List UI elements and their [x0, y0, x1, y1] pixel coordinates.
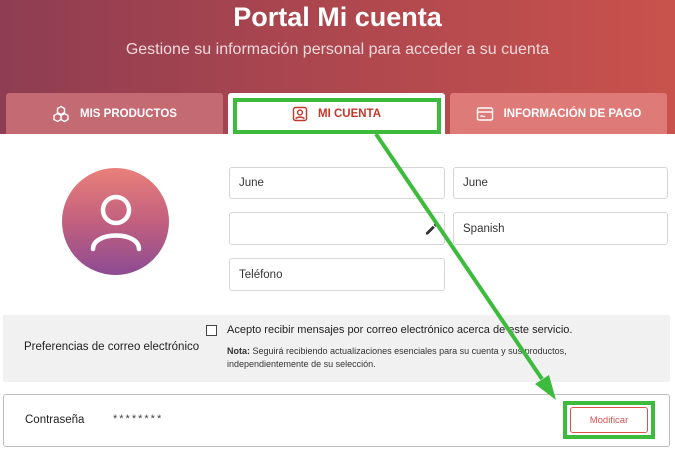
- user-icon: [90, 194, 141, 251]
- email-opt-in-checkbox[interactable]: [206, 325, 217, 336]
- phone-field[interactable]: Teléfono: [229, 258, 445, 291]
- email-opt-in-label[interactable]: Acepto recibir mensajes por correo elect…: [227, 324, 572, 336]
- pencil-edit-icon[interactable]: [424, 222, 438, 239]
- page-title: Portal Mi cuenta: [233, 2, 442, 32]
- email-preferences-label: Preferencias de correo electrónico: [24, 341, 200, 353]
- tab-informacion-de-pago[interactable]: INFORMACIÓN DE PAGO: [450, 93, 667, 134]
- email-note-text: Seguirá recibiendo actualizaciones esenc…: [227, 346, 567, 369]
- avatar: [62, 168, 169, 275]
- password-masked-value: ********: [113, 413, 164, 425]
- password-label: Contraseña: [25, 414, 85, 426]
- email-note-prefix: Nota:: [227, 346, 250, 356]
- tab-informacion-de-pago-label: INFORMACIÓN DE PAGO: [503, 107, 642, 120]
- email-preferences-section: Preferencias de correo electrónico Acept…: [3, 315, 670, 382]
- highlight-box-tab: [233, 98, 441, 134]
- tab-mis-productos-label: MIS PRODUCTOS: [80, 107, 177, 120]
- phone-placeholder: Teléfono: [239, 268, 283, 281]
- language-value: Spanish: [463, 222, 505, 235]
- cubes-icon: [52, 105, 70, 123]
- payment-card-icon: [476, 106, 494, 122]
- last-name-value: June: [463, 177, 488, 189]
- last-name-field[interactable]: June: [453, 167, 668, 199]
- page-subtitle: Gestione su información personal para ac…: [125, 41, 550, 58]
- first-name-field[interactable]: June: [229, 167, 445, 199]
- language-select[interactable]: Spanish: [453, 212, 668, 245]
- email-note: Nota: Seguirá recibiendo actualizaciones…: [227, 345, 607, 371]
- tab-mis-productos[interactable]: MIS PRODUCTOS: [6, 93, 223, 134]
- email-field[interactable]: [229, 212, 445, 245]
- first-name-value: June: [239, 177, 264, 189]
- highlight-box-modify: [563, 401, 655, 439]
